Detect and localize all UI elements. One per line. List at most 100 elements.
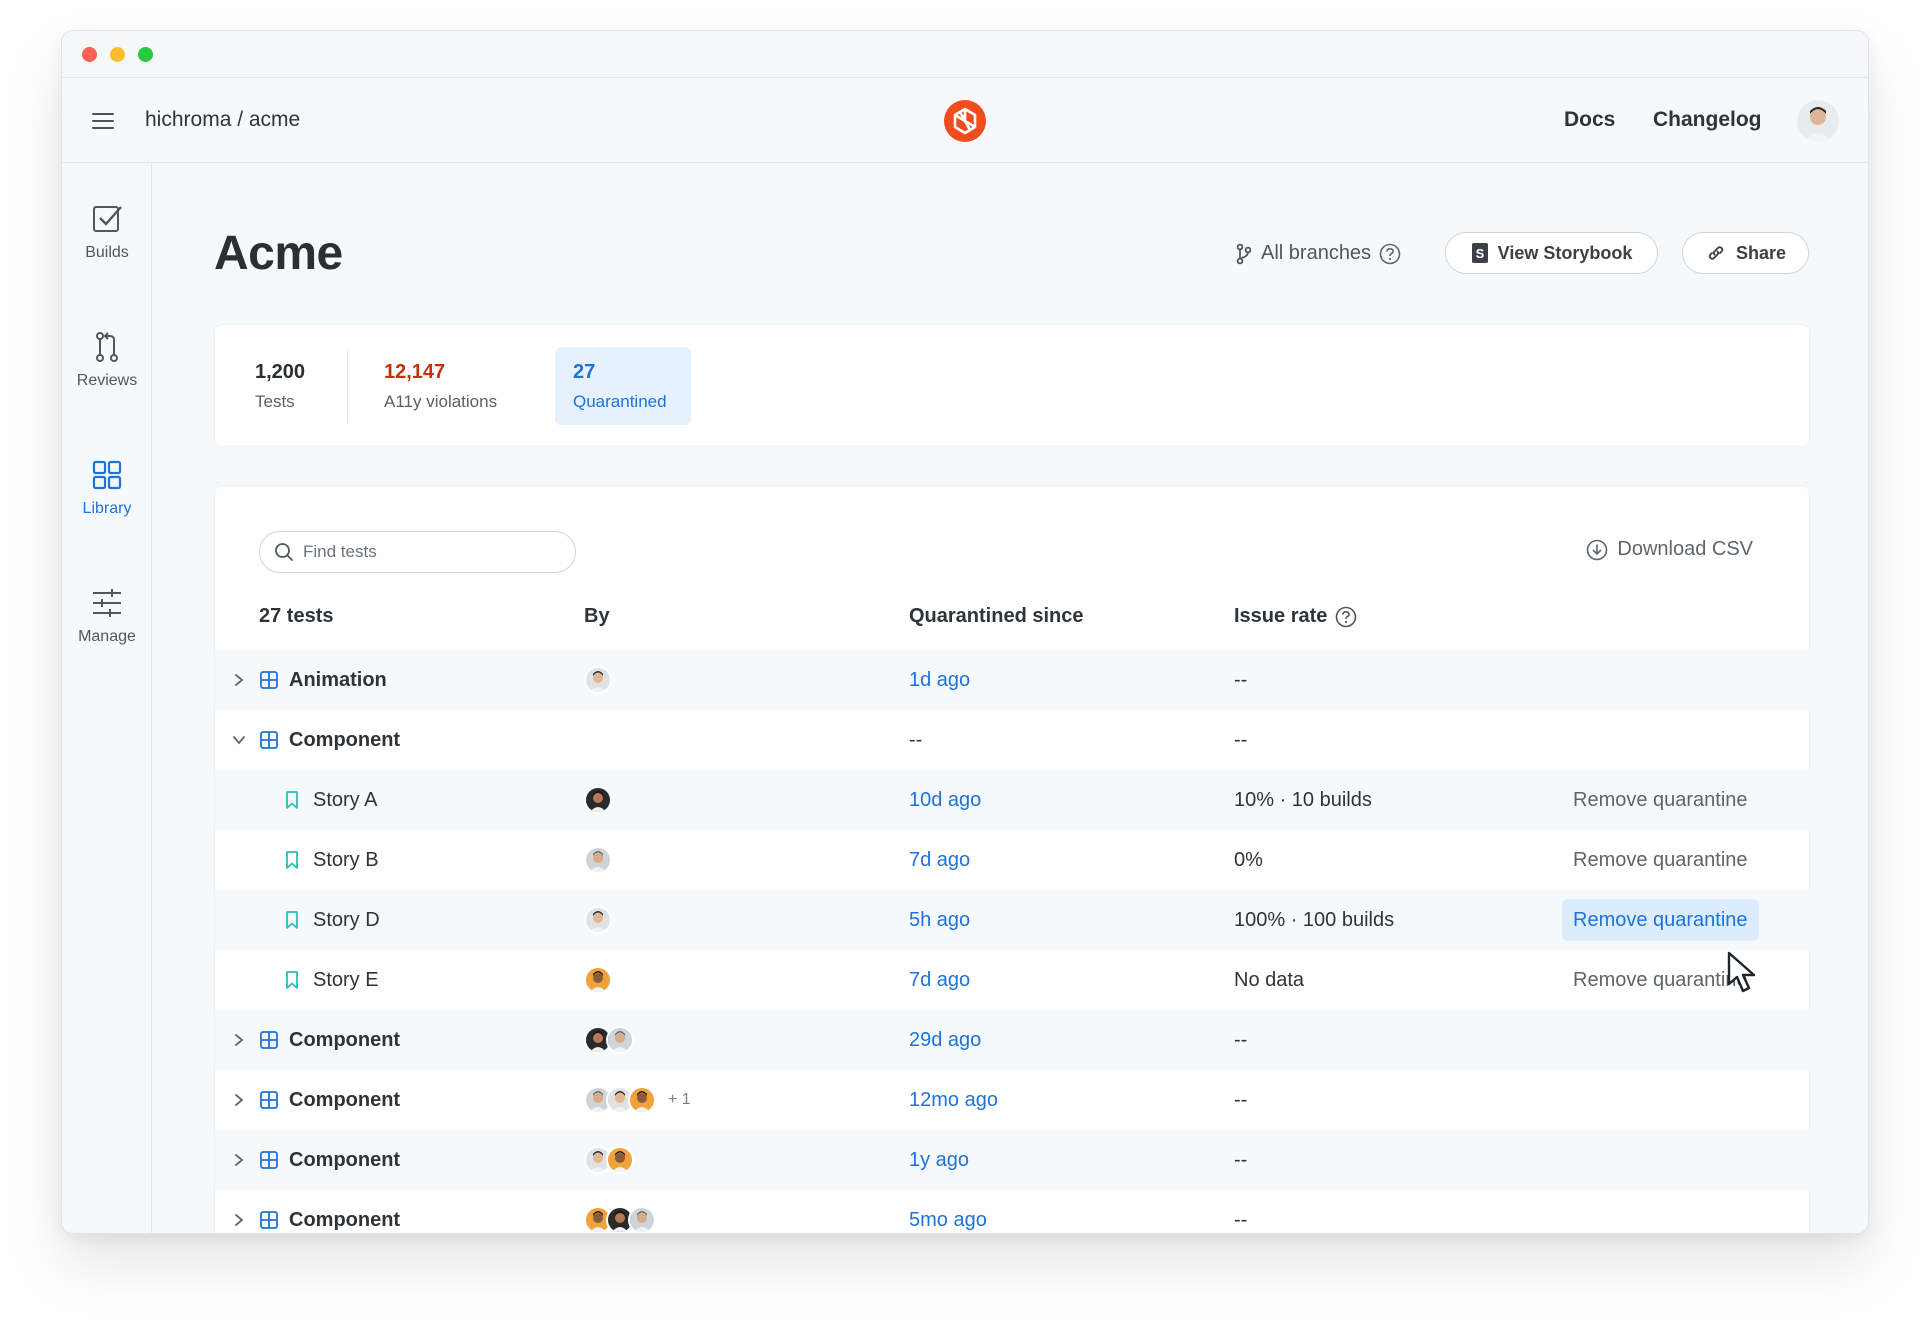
story-name: Story B <box>313 848 379 871</box>
docs-link[interactable]: Docs <box>1564 108 1615 132</box>
issue-rate: 100% · 100 builds <box>1234 908 1395 931</box>
avatar <box>584 966 612 994</box>
quarantined-since: -- <box>909 728 923 751</box>
component-grid-icon <box>259 1010 279 1070</box>
story-row[interactable]: Story E 7d ago No data Remove quarantine <box>215 950 1811 1010</box>
search-input[interactable] <box>303 542 543 562</box>
story-name: Story E <box>313 968 379 991</box>
sidebar-item-label: Manage <box>78 628 136 645</box>
sidebar-item-library[interactable]: Library <box>62 458 152 518</box>
story-row[interactable]: Story B 7d ago 0% Remove quarantine <box>215 830 1811 890</box>
sidebar-item-builds[interactable]: Builds <box>62 202 152 262</box>
quarantined-since[interactable]: 7d ago <box>909 950 970 1010</box>
group-name: Component <box>289 1028 401 1051</box>
download-csv-label: Download CSV <box>1617 538 1753 560</box>
group-row[interactable]: Animation 1d ago -- <box>215 650 1811 710</box>
group-row[interactable]: Component 5mo ago -- <box>215 1190 1811 1233</box>
quarantined-since[interactable]: 1d ago <box>909 650 970 710</box>
quarantined-since[interactable]: 5mo ago <box>909 1190 987 1233</box>
close-window-button[interactable] <box>82 47 97 62</box>
stat-tests[interactable]: 1,200 Tests <box>237 347 347 425</box>
help-icon[interactable] <box>1379 243 1401 265</box>
chromatic-logo-icon[interactable] <box>944 100 986 142</box>
story-row[interactable]: Story A 10d ago 10% · 10 builds Remove quar… <box>215 770 1811 830</box>
column-header-by[interactable]: By <box>584 605 610 628</box>
stat-value: 1,200 <box>255 361 306 383</box>
sidebar-item-reviews[interactable]: Reviews <box>62 330 152 390</box>
group-row[interactable]: Component 1y ago -- <box>215 1130 1811 1190</box>
quarantined-since[interactable]: 29d ago <box>909 1010 981 1070</box>
download-icon <box>1587 539 1608 560</box>
group-row[interactable]: Component -- -- <box>215 710 1811 770</box>
issue-rate-label: Issue rate <box>1234 605 1328 627</box>
link-icon <box>1708 246 1724 260</box>
avatar <box>606 1146 634 1174</box>
storybook-icon: S <box>1471 243 1488 263</box>
author-avatars <box>584 1010 634 1070</box>
stat-label: Tests <box>255 392 295 411</box>
chevron-right-icon[interactable] <box>231 1190 247 1233</box>
pull-request-icon <box>96 332 118 362</box>
view-storybook-label: View Storybook <box>1497 242 1633 263</box>
quarantined-since[interactable]: 1y ago <box>909 1130 969 1190</box>
remove-quarantine-button[interactable]: Remove quarantine <box>1573 770 1748 830</box>
chevron-right-icon[interactable] <box>231 1010 247 1070</box>
search-box[interactable] <box>259 531 576 573</box>
quarantined-since[interactable]: 12mo ago <box>909 1070 998 1130</box>
branch-selector[interactable]: All branches <box>1235 242 1401 265</box>
download-csv-button[interactable]: Download CSV <box>1586 538 1753 561</box>
group-row[interactable]: Component 29d ago -- <box>215 1010 1811 1070</box>
author-avatars <box>584 830 612 890</box>
group-row[interactable]: Component + 1 12mo ago -- <box>215 1070 1811 1130</box>
sliders-icon <box>93 589 121 617</box>
avatar <box>584 846 612 874</box>
hamburger-menu-icon[interactable] <box>92 111 114 131</box>
remove-quarantine-button[interactable]: Remove quarantine <box>1562 899 1759 941</box>
remove-quarantine-button[interactable]: Remove quarantine <box>1573 830 1748 890</box>
breadcrumb[interactable]: hichroma / acme <box>145 108 300 132</box>
quarantined-since[interactable]: 7d ago <box>909 830 970 890</box>
stat-a11y-violations[interactable]: 12,147 A11y violations <box>366 347 526 425</box>
branch-label: All branches <box>1261 242 1372 264</box>
column-header-tests[interactable]: 27 tests <box>259 605 334 628</box>
stat-label: Quarantined <box>573 392 667 411</box>
sidebar-item-manage[interactable]: Manage <box>62 586 152 646</box>
user-avatar[interactable] <box>1797 100 1839 142</box>
group-name: Component <box>289 728 401 751</box>
column-header-issue-rate[interactable]: Issue rate <box>1234 605 1357 628</box>
story-row[interactable]: Story D 5h ago 100% · 100 builds Remove qua… <box>215 890 1811 950</box>
component-grid-icon <box>259 650 279 710</box>
chevron-right-icon[interactable] <box>231 650 247 710</box>
view-storybook-button[interactable]: S View Storybook <box>1445 232 1658 274</box>
author-avatars <box>584 770 612 830</box>
bookmark-icon <box>285 950 301 1010</box>
quarantined-since[interactable]: 10d ago <box>909 770 981 830</box>
issue-rate: -- <box>1234 1088 1248 1111</box>
checkbox-icon <box>93 206 122 232</box>
chevron-right-icon[interactable] <box>231 1130 247 1190</box>
issue-rate: -- <box>1234 1208 1248 1231</box>
bookmark-icon <box>285 890 301 950</box>
changelog-link[interactable]: Changelog <box>1653 108 1762 132</box>
stat-quarantined[interactable]: 27 Quarantined <box>555 347 691 425</box>
maximize-window-button[interactable] <box>138 47 153 62</box>
minimize-window-button[interactable] <box>110 47 125 62</box>
avatar <box>628 1086 656 1114</box>
chevron-right-icon[interactable] <box>231 1070 247 1130</box>
group-name: Component <box>289 1148 401 1171</box>
avatar <box>628 1206 656 1233</box>
sidebar-item-label: Reviews <box>76 372 138 389</box>
quarantined-since[interactable]: 5h ago <box>909 890 970 950</box>
help-icon[interactable] <box>1335 606 1357 628</box>
mouse-cursor-icon <box>1727 951 1756 993</box>
page-title: Acme <box>214 227 343 280</box>
chevron-down-icon[interactable] <box>231 710 247 770</box>
column-header-quarantined-since[interactable]: Quarantined since <box>909 605 1084 628</box>
remove-quarantine-button[interactable]: Remove quarantine <box>1573 950 1748 1010</box>
issue-rate: No data <box>1234 968 1305 991</box>
author-avatars <box>584 650 612 710</box>
share-button[interactable]: Share <box>1682 232 1809 274</box>
stat-value: 27 <box>573 361 596 383</box>
issue-rate: -- <box>1234 668 1248 691</box>
issue-rate: -- <box>1234 728 1248 751</box>
